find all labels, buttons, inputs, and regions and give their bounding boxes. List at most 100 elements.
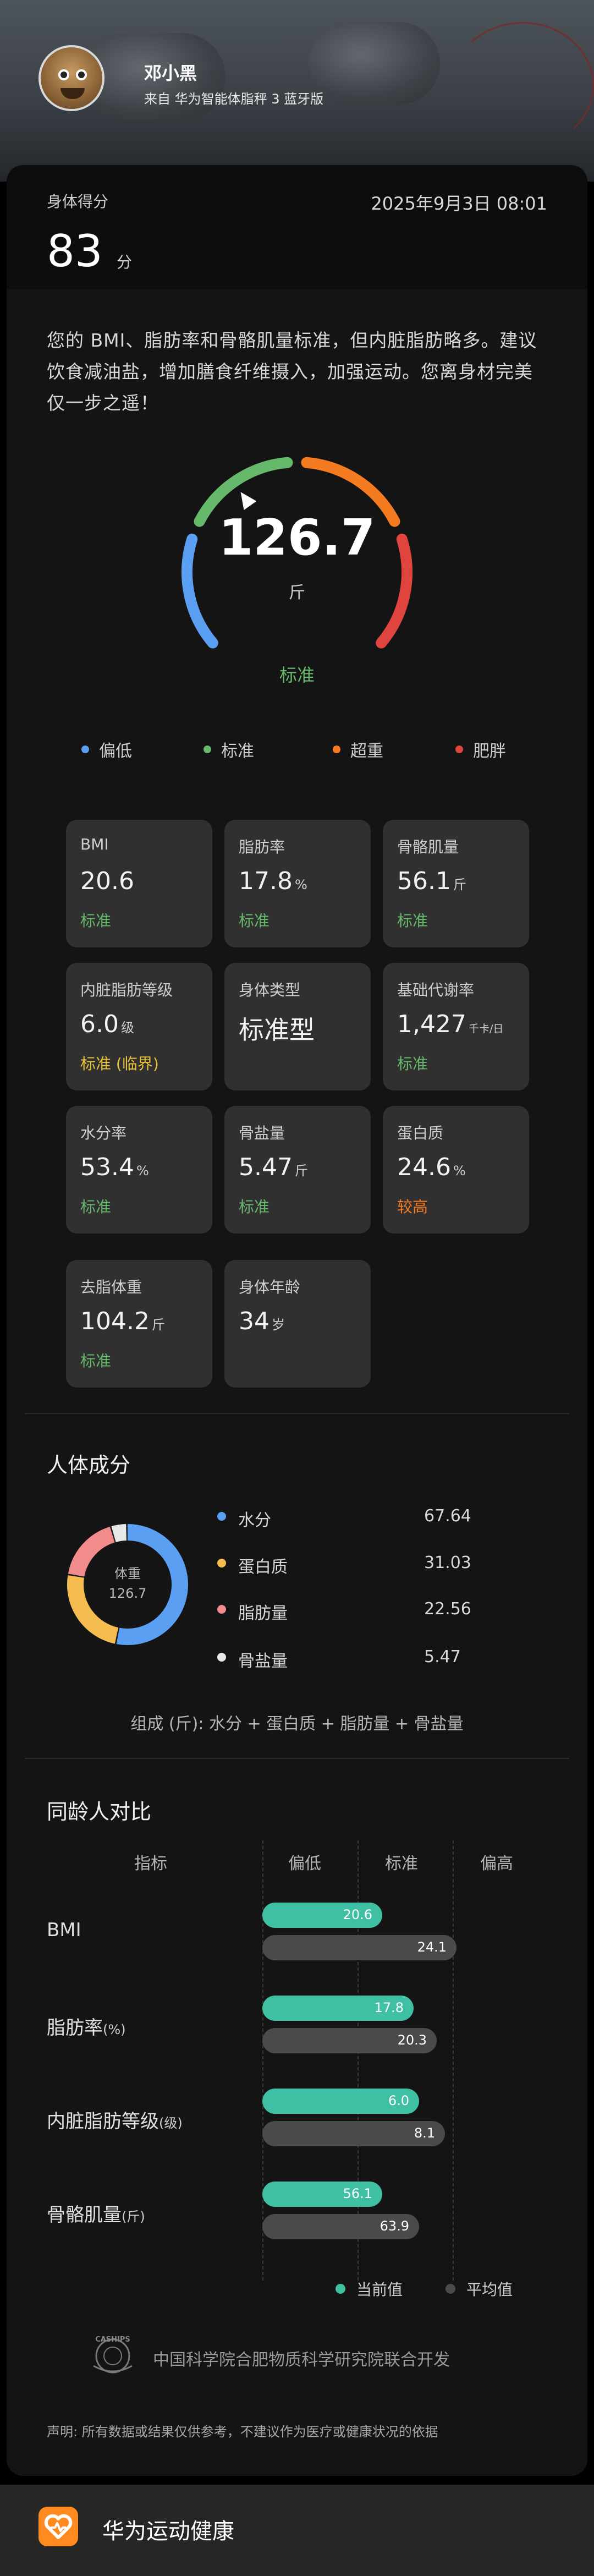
- metric-tile-protein[interactable]: 蛋白质 24.6% 较高: [383, 1106, 529, 1234]
- legend-label: 偏低: [99, 742, 132, 761]
- jump-rope-background: [451, 22, 594, 149]
- comparison-header-standard: 标准: [385, 1854, 418, 1873]
- metric-title: 水分率: [80, 1124, 127, 1142]
- metric-tile-body-fat[interactable]: 脂肪率 17.8% 标准: [224, 820, 371, 947]
- legend-label: 平均值: [466, 2281, 513, 2299]
- composition-value: 5.47: [424, 1647, 461, 1667]
- bar-value: 63.9: [380, 2218, 409, 2234]
- range-divider: [262, 1840, 263, 2281]
- comparison-row-label: 内脏脂肪等级(级): [47, 2111, 183, 2133]
- metric-unit: %: [294, 877, 307, 892]
- bar-value: 6.0: [388, 2093, 409, 2108]
- legend-dot: [446, 2284, 455, 2294]
- gauge-legend: 偏低 标准 超重 肥胖: [77, 737, 528, 761]
- metric-unit: %: [136, 1163, 149, 1179]
- average-value-bar: 20.3: [262, 2028, 437, 2053]
- composition-name: 蛋白质: [238, 1558, 288, 1577]
- legend-current: 当前值: [336, 2278, 403, 2300]
- metric-title: 骨盐量: [239, 1124, 285, 1142]
- metric-tile-skeletal-muscle[interactable]: 骨骼肌量 56.1 斤 标准: [383, 820, 529, 947]
- developer-credit: 中国科学院合肥物质科学研究院联合开发: [153, 2350, 450, 2370]
- average-value-bar: 24.1: [262, 1935, 457, 1960]
- metric-tile-bone-mass[interactable]: 骨盐量 5.47 斤 标准: [224, 1106, 371, 1234]
- metric-tile-bmi[interactable]: BMI 20.6 标准: [66, 820, 212, 947]
- donut-center-value: 126.7: [108, 1586, 147, 1601]
- weight-status: 标准: [279, 665, 315, 686]
- legend-item-obese: 肥胖: [455, 737, 506, 761]
- metric-value: 104.2: [80, 1307, 150, 1335]
- svg-text:CASHIPS: CASHIPS: [95, 2336, 130, 2344]
- body-score-unit: 分: [117, 253, 133, 271]
- average-value-bar: 8.1: [262, 2121, 445, 2146]
- metric-value: 34: [239, 1307, 270, 1335]
- legend-item-standard: 标准: [204, 737, 254, 761]
- metric-tile-lean-mass[interactable]: 去脂体重 104.2 斤 标准: [66, 1260, 212, 1388]
- metric-tile-visceral-fat[interactable]: 内脏脂肪等级 6.0 级 标准 (临界): [66, 963, 212, 1090]
- composition-dot: [217, 1559, 226, 1567]
- metric-title: 蛋白质: [397, 1124, 444, 1142]
- legend-dot: [333, 746, 340, 753]
- comparison-header-metric: 指标: [134, 1854, 167, 1873]
- metric-status: 标准 (临界): [80, 1055, 159, 1073]
- composition-item-water: 水分 67.64: [217, 1506, 525, 1530]
- composition-name: 骨盐量: [238, 1652, 288, 1671]
- weight-value: 126.7: [218, 509, 376, 567]
- comparison-title: 同龄人对比: [47, 1800, 152, 1824]
- composition-dot: [217, 1653, 226, 1662]
- metric-status: 标准: [80, 1198, 112, 1216]
- metric-status: 标准: [80, 912, 112, 930]
- donut-slice-bone: [111, 1524, 127, 1543]
- disclaimer: 声明: 所有数据或结果仅供参考，不建议作为医疗或健康状况的依据: [47, 2424, 438, 2440]
- metric-unit: 岁: [272, 1317, 285, 1333]
- metric-value: 1,427: [397, 1010, 466, 1038]
- dumbbell-background: [308, 22, 440, 105]
- metric-status: 标准: [239, 912, 270, 930]
- comparison-header-low: 偏低: [288, 1854, 321, 1873]
- weight-gauge: [182, 457, 413, 649]
- section-divider: [25, 1413, 569, 1414]
- metric-status: 标准: [397, 912, 428, 930]
- metric-value: 20.6: [80, 867, 134, 895]
- legend-dot: [204, 746, 211, 753]
- metric-title: 基础代谢率: [397, 981, 475, 999]
- gauge-segment-obese: [376, 533, 413, 649]
- metric-title: 内脏脂肪等级: [80, 981, 173, 999]
- current-value-bar: 56.1: [262, 2182, 382, 2207]
- current-value-bar: 17.8: [262, 1996, 414, 2021]
- metric-title: 脂肪率: [239, 838, 285, 856]
- app-name: 华为运动健康: [102, 2519, 234, 2544]
- current-value-bar: 20.6: [262, 1903, 382, 1928]
- metric-tile-body-age[interactable]: 身体年龄 34 岁: [224, 1260, 371, 1388]
- metric-title: BMI: [80, 835, 109, 853]
- legend-dot: [455, 746, 463, 753]
- user-name: 邓小黑: [144, 63, 197, 84]
- data-source: 来自 华为智能体脂秤 3 蓝牙版: [144, 91, 324, 107]
- app-footer[interactable]: 华为运动健康: [0, 2485, 594, 2576]
- legend-item-low: 偏低: [81, 737, 132, 761]
- comparison-row-label: 骨骼肌量(斤): [47, 2204, 145, 2226]
- avatar[interactable]: [38, 45, 105, 111]
- bar-value: 8.1: [414, 2125, 435, 2141]
- legend-dot: [81, 746, 89, 753]
- composition-value: 31.03: [424, 1553, 471, 1572]
- score-label: 身体得分: [47, 193, 109, 211]
- comparison-header-high: 偏高: [480, 1854, 513, 1873]
- weight-unit: 斤: [289, 583, 305, 602]
- metric-value: 56.1: [397, 867, 451, 895]
- composition-value: 22.56: [424, 1599, 471, 1619]
- metric-tile-water[interactable]: 水分率 53.4% 标准: [66, 1106, 212, 1234]
- metric-title: 去脂体重: [80, 1278, 142, 1296]
- range-divider: [453, 1840, 454, 2281]
- metric-tile-body-type[interactable]: 身体类型 标准型: [224, 963, 371, 1090]
- huawei-health-heart-icon: [38, 2507, 78, 2546]
- gauge-pointer-icon: [240, 492, 257, 510]
- metric-value: 标准型: [239, 1015, 315, 1045]
- bar-value: 20.3: [397, 2032, 427, 2048]
- composition-note: 组成 (斤): 水分 + 蛋白质 + 脂肪量 + 骨盐量: [130, 1714, 464, 1734]
- composition-item-fat: 脂肪量 22.56: [217, 1599, 525, 1623]
- metric-tile-bmr[interactable]: 基础代谢率 1,427 千卡/日 标准: [383, 963, 529, 1090]
- bar-value: 17.8: [374, 2000, 404, 2015]
- legend-item-overweight: 超重: [333, 737, 383, 761]
- bar-value: 56.1: [343, 2186, 372, 2201]
- metric-title: 骨骼肌量: [397, 838, 459, 856]
